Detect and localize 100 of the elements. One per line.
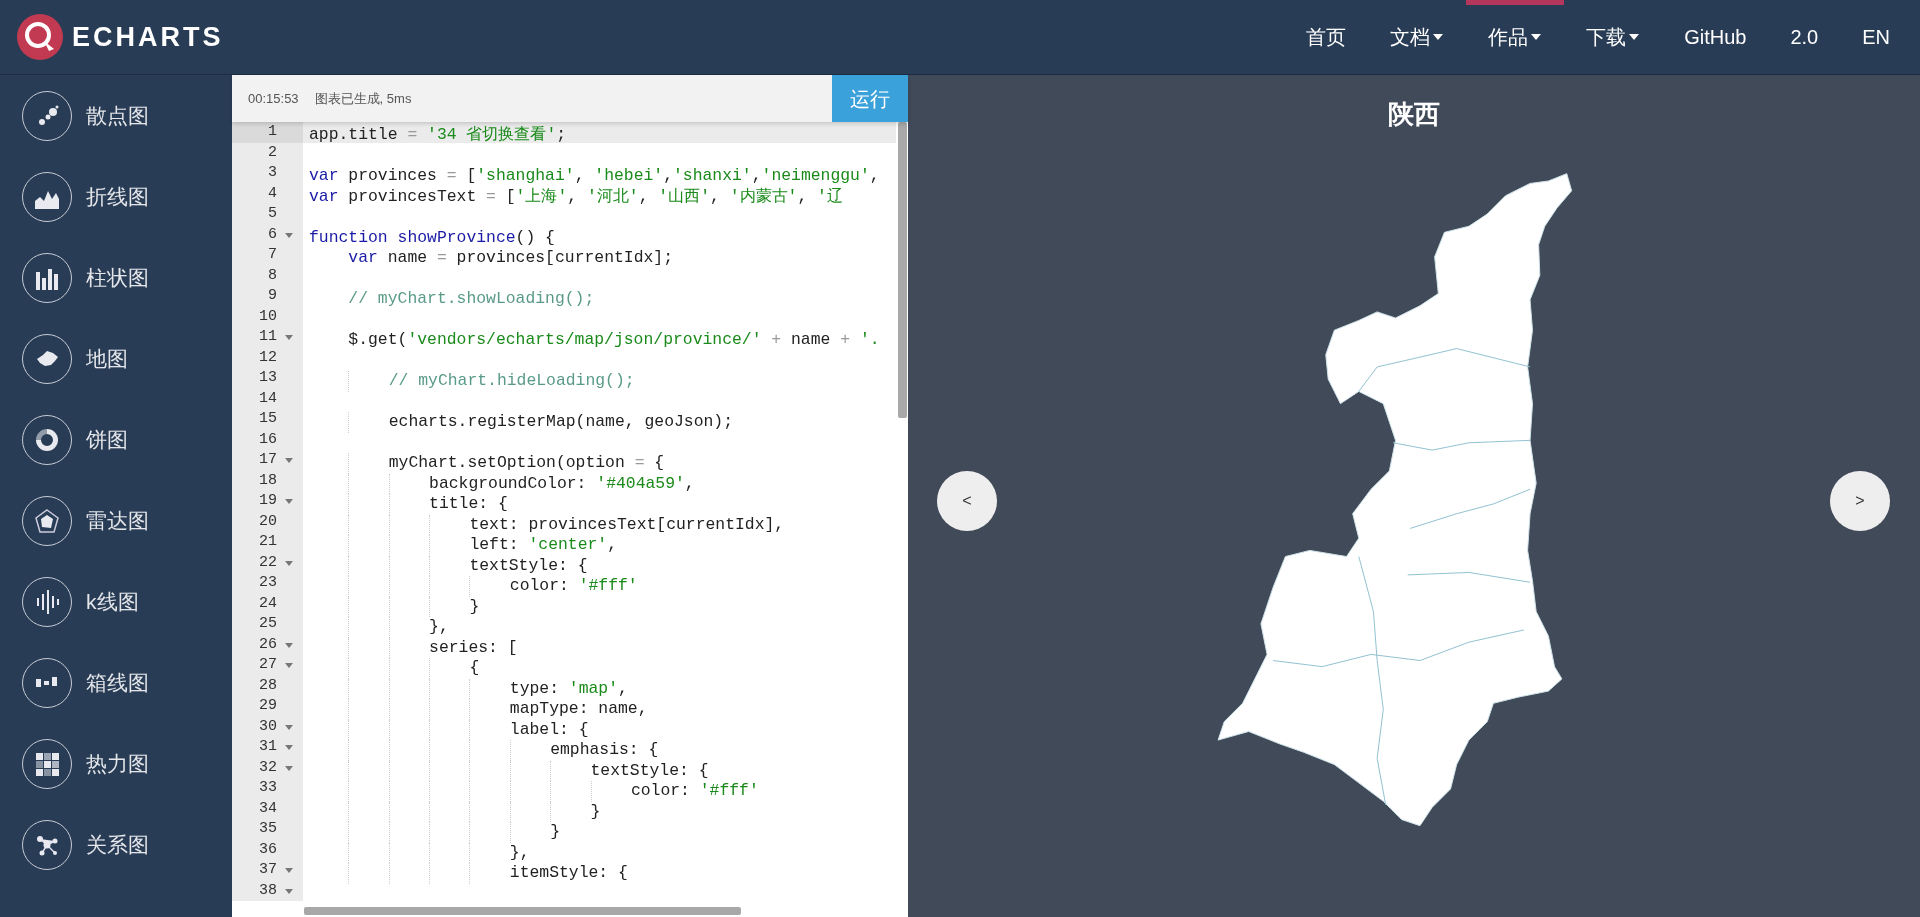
scrollbar-thumb[interactable]	[304, 907, 741, 915]
caret-icon[interactable]	[285, 560, 293, 566]
line-number: 3	[268, 163, 277, 183]
caret-icon[interactable]	[285, 745, 293, 750]
code-line: mapType: name,	[303, 699, 648, 718]
line-number: 33	[259, 778, 277, 798]
nav-link[interactable]: 首页	[1284, 0, 1369, 75]
sidebar-item[interactable]: 柱状图	[0, 237, 232, 318]
code-line: var provincesText = ['上海', '河北', '山西', '内蒙古', '辽	[308, 186, 843, 206]
code-line: backgroundColor: '#404a59',	[303, 473, 695, 493]
code-line: itemStyle: {	[303, 863, 628, 882]
line-number: 24	[259, 593, 277, 614]
code-line: echarts.registerMap(name, geoJson);	[303, 412, 733, 431]
line-number: 32	[259, 757, 277, 778]
line-number: 2	[268, 142, 277, 163]
scrollbar-thumb[interactable]	[898, 122, 907, 418]
code-line: },	[303, 617, 449, 636]
line-number: 19	[259, 491, 277, 511]
code-line: app.title = '34 省切换查看';	[308, 125, 567, 144]
line-number: 29	[259, 696, 277, 716]
line-number: 5	[268, 204, 277, 224]
line-number: 31	[259, 737, 277, 757]
code-line: {	[303, 658, 480, 677]
line-number: 10	[259, 306, 277, 327]
line-number: 16	[259, 429, 277, 450]
sidebar-item[interactable]: k线图	[0, 561, 232, 642]
line-number: 4	[268, 183, 277, 204]
line-number: 7	[268, 245, 277, 265]
caret-icon[interactable]	[285, 724, 293, 730]
caret-icon[interactable]	[285, 663, 293, 668]
code-line: color: '#fff'	[303, 576, 638, 595]
line-number: 13	[259, 368, 277, 388]
code-line: myChart.setOption(option = {	[303, 453, 665, 472]
caret-icon[interactable]	[285, 765, 293, 771]
code-line: $.get('vendors/echarts/map/json/province/' + name + '.	[347, 330, 880, 349]
status-text: 图表已生成, 5ms	[313, 89, 412, 108]
nav-link[interactable]: 2.0	[1768, 0, 1841, 75]
line-number: 15	[259, 409, 277, 429]
sidebar-item[interactable]: 折线图	[0, 156, 232, 237]
chart-title: 陕西	[1388, 99, 1440, 129]
nav-link[interactable]: 下载	[1564, 0, 1663, 75]
code-line: },	[303, 842, 530, 862]
line-number: 18	[259, 470, 277, 491]
caret-icon[interactable]	[285, 458, 293, 463]
caret-icon[interactable]	[285, 499, 293, 504]
logo-text: ECHARTS	[72, 20, 224, 54]
line-number: 14	[259, 388, 277, 409]
code-line: textStyle: {	[303, 760, 709, 780]
line-number: 37	[259, 860, 277, 880]
nav-link[interactable]: 作品	[1466, 0, 1565, 75]
line-number: 1	[268, 122, 277, 142]
code-line: emphasis: {	[303, 740, 659, 759]
code-line: left: 'center',	[303, 535, 617, 554]
nav-link[interactable]: EN	[1840, 0, 1912, 75]
code-line: var name = provinces[currentIdx];	[347, 248, 673, 267]
previous-button[interactable]: <	[937, 471, 997, 531]
code-line: title: {	[303, 494, 508, 513]
line-number: 34	[259, 798, 277, 819]
code-line: }	[303, 801, 601, 821]
sidebar-item[interactable]: 散点图	[0, 75, 232, 156]
sidebar-item[interactable]: 雷达图	[0, 480, 232, 561]
nav-link[interactable]: GitHub	[1662, 0, 1769, 75]
code-line: color: '#fff'	[303, 781, 759, 800]
caret-icon[interactable]	[285, 888, 293, 894]
sidebar-item[interactable]: 箱线图	[0, 642, 232, 723]
sidebar-item[interactable]: 地图	[0, 318, 232, 399]
line-number: 38	[259, 880, 277, 901]
line-number: 23	[259, 573, 277, 593]
line-number: 28	[259, 675, 277, 696]
logo-icon	[16, 13, 64, 61]
caret-icon[interactable]	[285, 642, 293, 648]
code-line: textStyle: {	[303, 555, 588, 575]
code-line: // myChart.hideLoading();	[303, 371, 635, 390]
line-number: 22	[259, 552, 277, 573]
line-number: 20	[259, 511, 277, 532]
code-line: type: 'map',	[303, 678, 628, 698]
line-number: 11	[259, 327, 277, 347]
code-line: text: provincesText[currentIdx],	[303, 514, 785, 534]
caret-icon[interactable]	[285, 335, 293, 340]
caret-icon[interactable]	[285, 868, 293, 873]
radar-icon	[33, 506, 61, 535]
sidebar-item[interactable]: 饼图	[0, 399, 232, 480]
caret-icon[interactable]	[285, 232, 293, 238]
code-line: label: {	[303, 719, 589, 739]
line-number: 9	[268, 286, 277, 306]
code-line: function showProvince() {	[308, 227, 555, 247]
line-number: 27	[259, 655, 277, 675]
line-number: 17	[259, 450, 277, 470]
code-line: series: [	[303, 637, 518, 657]
timestamp: 00:15:53	[247, 89, 299, 108]
code-line: }	[303, 596, 480, 616]
code-line: var provinces = ['shanghai', 'hebei','shanxi','neimenggu',	[308, 166, 880, 185]
next-button[interactable]: >	[1830, 471, 1890, 531]
line-number: 30	[259, 716, 277, 737]
sidebar-item[interactable]: 关系图	[0, 804, 232, 885]
sidebar-item[interactable]: 热力图	[0, 723, 232, 804]
line-number: 25	[259, 614, 277, 634]
nav-link[interactable]: 文档	[1368, 0, 1467, 75]
line-number: 12	[259, 347, 277, 368]
line-number: 26	[259, 634, 277, 655]
